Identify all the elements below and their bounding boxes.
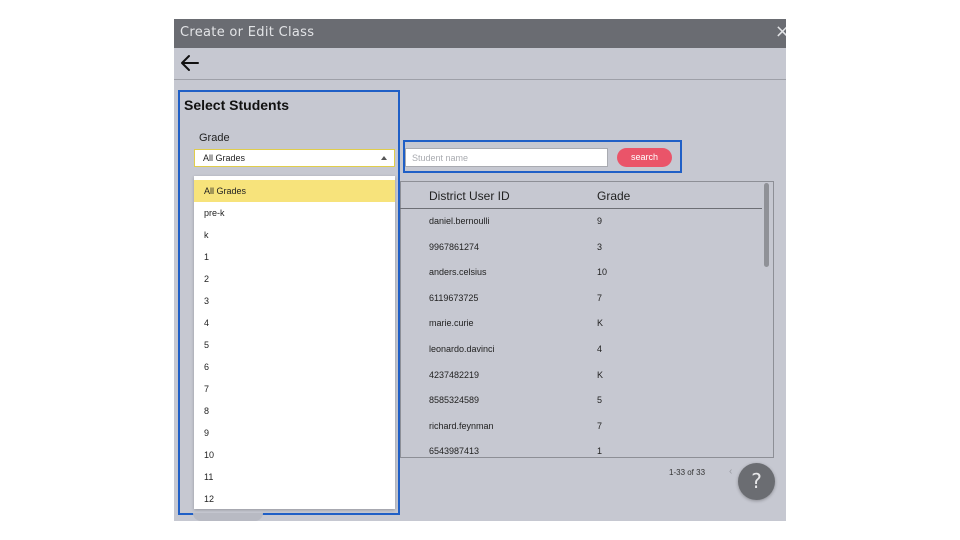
grade-option-k[interactable]: k [194, 224, 395, 246]
grade-select-value: All Grades [203, 153, 246, 163]
column-header-district-user-id[interactable]: District User ID [429, 189, 510, 203]
cell-district-user-id: 8585324589 [429, 395, 480, 405]
grade-option-9[interactable]: 9 [194, 422, 395, 444]
caret-up-icon [381, 156, 387, 160]
column-header-grade[interactable]: Grade [597, 189, 630, 203]
cell-grade: 1 [597, 446, 603, 456]
grade-option-10[interactable]: 10 [194, 444, 395, 466]
header-divider [174, 79, 786, 80]
search-button[interactable]: search [617, 148, 672, 167]
cell-district-user-id: 9967861274 [429, 242, 480, 252]
grade-dropdown: All Grades pre-k k 1 2 3 4 5 6 7 8 9 10 … [194, 176, 395, 509]
grade-option-3[interactable]: 3 [194, 290, 395, 312]
cell-district-user-id: marie.curie [429, 318, 474, 328]
grade-option-11[interactable]: 11 [194, 466, 395, 488]
pagination-text: 1-33 of 33 [669, 468, 706, 477]
cell-district-user-id: 4237482219 [429, 370, 480, 380]
grade-option-7[interactable]: 7 [194, 378, 395, 400]
panel-title: Select Students [184, 97, 290, 113]
title-bar: Create or Edit Class × [174, 19, 786, 48]
cell-district-user-id: anders.celsius [429, 267, 487, 277]
header-divider-line [400, 208, 762, 209]
grade-option-2[interactable]: 2 [194, 268, 395, 290]
window-title: Create or Edit Class [180, 25, 315, 40]
cell-grade: 4 [597, 344, 603, 354]
cell-grade: 10 [597, 267, 608, 277]
grade-option-1[interactable]: 1 [194, 246, 395, 268]
close-icon[interactable]: × [775, 22, 786, 42]
cell-grade: 3 [597, 242, 603, 252]
cell-grade: 7 [597, 421, 603, 431]
partially-hidden-button[interactable] [193, 513, 263, 521]
cell-district-user-id: richard.feynman [429, 421, 494, 431]
grade-option-8[interactable]: 8 [194, 400, 395, 422]
grade-option-5[interactable]: 5 [194, 334, 395, 356]
cell-grade: 7 [597, 293, 603, 303]
grade-option-pre-k[interactable]: pre-k [194, 202, 395, 224]
arrow-left-icon[interactable] [180, 54, 200, 72]
grade-option-all-grades[interactable]: All Grades [194, 180, 395, 202]
grade-option-12[interactable]: 12 [194, 488, 395, 509]
cell-district-user-id: leonardo.davinci [429, 344, 495, 354]
grade-label: Grade [199, 132, 230, 144]
help-button[interactable]: ? [738, 463, 775, 500]
cell-grade: 5 [597, 395, 603, 405]
grade-select[interactable]: All Grades [194, 149, 395, 167]
cell-district-user-id: 6119673725 [429, 293, 479, 303]
cell-district-user-id: 6543987413 [429, 446, 480, 456]
grade-option-4[interactable]: 4 [194, 312, 395, 334]
cell-grade: K [597, 370, 604, 380]
cell-district-user-id: daniel.bernoulli [429, 216, 490, 226]
grade-option-6[interactable]: 6 [194, 356, 395, 378]
student-name-input[interactable] [405, 148, 608, 167]
chevron-left-icon[interactable]: ‹ [729, 466, 732, 477]
grid-scrollbar[interactable] [764, 183, 769, 267]
cell-grade: 9 [597, 216, 603, 226]
cell-grade: K [597, 318, 604, 328]
